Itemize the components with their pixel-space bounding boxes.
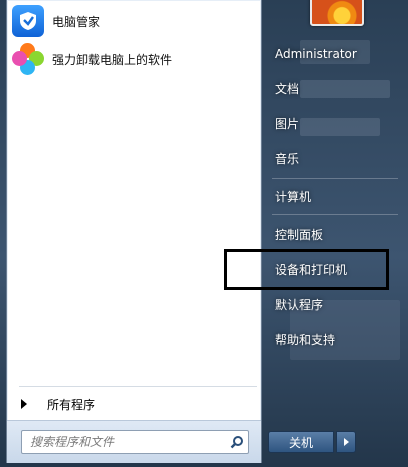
- right-item-documents[interactable]: 文档: [267, 74, 403, 102]
- right-item-label: 帮助和支持: [275, 332, 336, 347]
- right-item-label: 计算机: [275, 189, 312, 204]
- shutdown-group: 关机: [268, 431, 356, 453]
- right-item-user[interactable]: Administrator: [267, 40, 403, 68]
- uninstaller-clover-icon: [12, 43, 44, 75]
- right-item-computer[interactable]: 计算机: [267, 182, 403, 210]
- right-item-control-panel[interactable]: 控制面板: [267, 220, 403, 248]
- chevron-right-icon: [21, 399, 27, 409]
- highlight-annotation-box: [224, 249, 389, 290]
- search-input[interactable]: [28, 432, 226, 452]
- pinned-item-label: 强力卸载电脑上的软件: [52, 52, 173, 67]
- right-divider: [272, 178, 398, 179]
- right-item-label: 默认程序: [275, 297, 324, 312]
- start-menu-right-pane: Administrator 文档 图片 音乐 计算机 控制面板 设备和打印机 默…: [262, 0, 408, 467]
- user-name-label: Administrator: [275, 47, 357, 61]
- pinned-item-pc-manager[interactable]: 电脑管家: [12, 4, 252, 38]
- user-avatar[interactable]: [310, 0, 364, 26]
- search-area: [7, 420, 261, 463]
- right-item-music[interactable]: 音乐: [267, 144, 403, 172]
- tencent-pc-manager-icon: [12, 5, 44, 37]
- search-icon[interactable]: [226, 432, 248, 452]
- right-divider: [272, 214, 398, 215]
- right-item-label: 控制面板: [275, 227, 324, 242]
- right-item-label: 音乐: [275, 151, 300, 166]
- shutdown-label: 关机: [288, 435, 313, 450]
- all-programs-label: 所有程序: [47, 397, 96, 412]
- right-item-label: 图片: [275, 116, 300, 131]
- start-menu-left-pane: 电脑管家 强力卸载电脑上的软件 所有程序: [6, 0, 262, 463]
- all-programs-button[interactable]: 所有程序: [17, 393, 255, 415]
- right-item-help-support[interactable]: 帮助和支持: [267, 325, 403, 353]
- shutdown-button[interactable]: 关机: [268, 431, 334, 453]
- chevron-right-icon: [343, 438, 349, 446]
- menu-divider: [19, 386, 257, 387]
- pinned-item-uninstaller[interactable]: 强力卸载电脑上的软件: [12, 42, 252, 76]
- right-item-default-programs[interactable]: 默认程序: [267, 290, 403, 318]
- right-item-label: 文档: [275, 81, 300, 96]
- search-box[interactable]: [21, 430, 249, 454]
- shutdown-options-button[interactable]: [336, 431, 356, 453]
- right-item-pictures[interactable]: 图片: [267, 109, 403, 137]
- pinned-item-label: 电脑管家: [52, 14, 101, 29]
